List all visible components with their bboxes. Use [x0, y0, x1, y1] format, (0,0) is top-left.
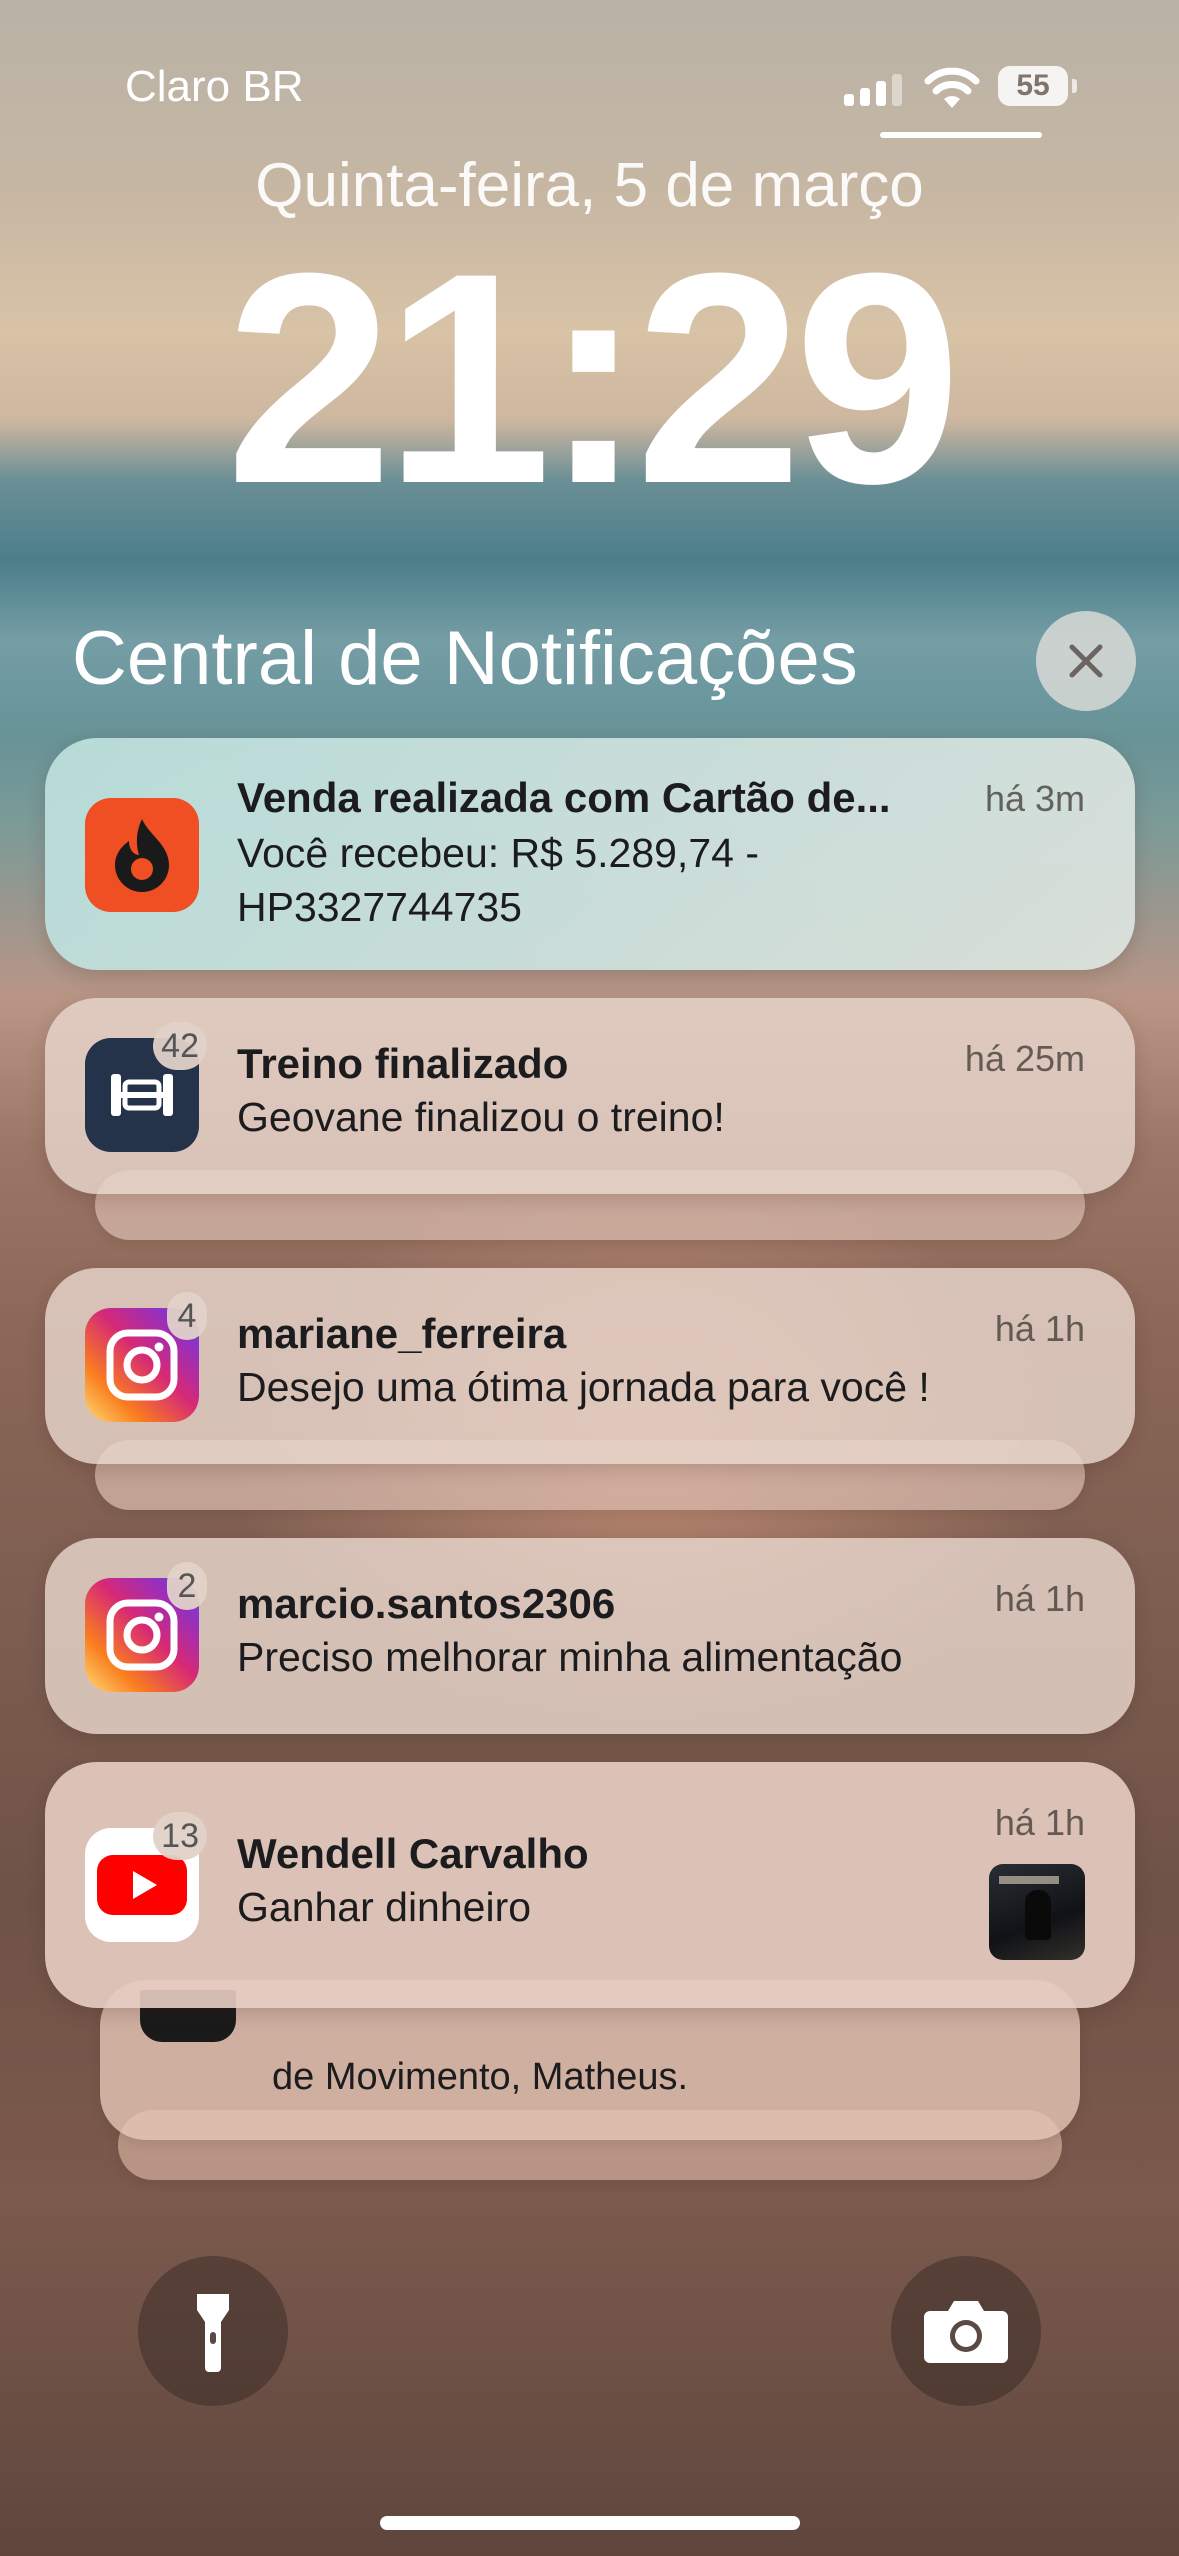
flashlight-icon — [197, 2294, 229, 2372]
video-thumbnail — [989, 1864, 1085, 1960]
notification-instagram-marcio[interactable]: 2 marcio.santos2306 há 1h Preciso melhor… — [45, 1538, 1135, 1734]
app-icon-instagram: 2 — [85, 1562, 207, 1692]
notification-time: há 1h — [994, 1308, 1085, 1349]
app-icon-workout: 42 — [85, 1022, 207, 1152]
notification-title: mariane_ferreira — [237, 1310, 567, 1357]
carrier-label: Claro BR — [125, 62, 304, 111]
app-badge: 13 — [153, 1812, 207, 1860]
app-badge: 2 — [167, 1562, 207, 1610]
battery-level: 55 — [1016, 69, 1050, 102]
stacked-notification-body: de Movimento, Matheus. — [272, 2056, 689, 2098]
app-icon-youtube: 13 — [85, 1812, 207, 1942]
lock-clock: 21:29 — [225, 210, 961, 546]
app-icon-hotmart — [85, 798, 199, 912]
notification-time: há 25m — [964, 1038, 1085, 1079]
app-badge: 42 — [153, 1022, 207, 1070]
home-indicator[interactable] — [380, 2516, 800, 2530]
notification-body-line: Você recebeu: R$ 5.289,74 - — [237, 830, 759, 876]
camera-icon — [924, 2301, 1008, 2363]
notification-title: Treino finalizado — [237, 1040, 569, 1087]
notification-body: Você recebeu: R$ 5.289,74 - HP3327744735 — [237, 826, 759, 934]
cellular-signal-icon — [844, 72, 902, 106]
notification-body: Ganhar dinheiro — [237, 1884, 532, 1930]
notification-title: Venda realizada com Cartão de... — [237, 774, 891, 821]
close-icon — [1069, 644, 1103, 678]
thumbnail-person-shape — [1025, 1890, 1051, 1940]
battery-indicator: 55 — [998, 66, 1077, 106]
notification-title: Wendell Carvalho — [237, 1830, 589, 1877]
status-bar: Claro BR 55 — [0, 0, 1179, 150]
notification-sale[interactable]: Venda realizada com Cartão de... há 3m V… — [45, 738, 1135, 970]
dumbbell-icon — [111, 1074, 173, 1116]
instagram-icon — [106, 1329, 178, 1401]
notification-youtube[interactable]: 13 Wendell Carvalho há 1h Ganhar dinheir… — [45, 1762, 1135, 2008]
wifi-icon — [924, 67, 980, 108]
flame-icon — [115, 819, 169, 892]
status-indicator-bar — [880, 132, 1042, 138]
camera-button[interactable] — [891, 2256, 1041, 2406]
notification-body-line: HP3327744735 — [237, 884, 522, 930]
close-notifications-button[interactable] — [1036, 611, 1136, 711]
notification-center-title: Central de Notificações — [72, 616, 858, 701]
app-badge: 4 — [167, 1292, 207, 1340]
thumbnail-caption-shape — [999, 1876, 1059, 1884]
notification-body: Desejo uma ótima jornada para você ! — [237, 1364, 930, 1410]
flashlight-button[interactable] — [138, 2256, 288, 2406]
notification-body: Geovane finalizou o treino! — [237, 1094, 725, 1140]
notification-instagram-mariane[interactable]: 4 mariane_ferreira há 1h Desejo uma ótim… — [45, 1268, 1135, 1464]
notification-time: há 1h — [994, 1578, 1085, 1619]
notification-body: Preciso melhorar minha alimentação — [237, 1634, 903, 1680]
notification-time: há 3m — [984, 778, 1085, 819]
youtube-icon — [97, 1855, 187, 1915]
notification-title: marcio.santos2306 — [237, 1580, 616, 1627]
app-icon-instagram: 4 — [85, 1292, 207, 1422]
instagram-icon — [106, 1599, 178, 1671]
notification-workout[interactable]: 42 Treino finalizado há 25m Geovane fina… — [45, 998, 1135, 1194]
notification-time: há 1h — [994, 1802, 1085, 1843]
